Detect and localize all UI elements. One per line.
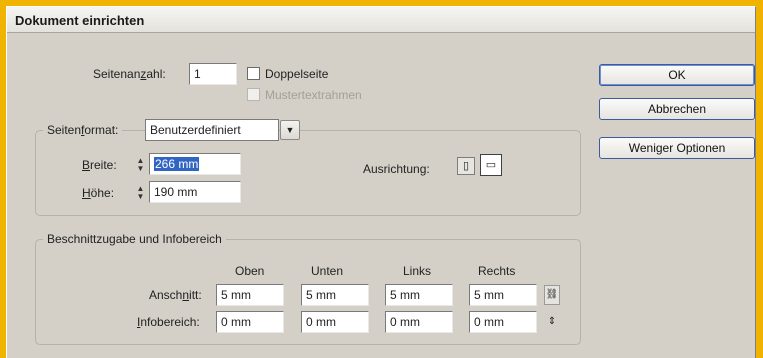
slug-right-input[interactable]: 0 mm (469, 311, 537, 333)
column-header-left: Links (403, 264, 432, 278)
width-stepper-icon[interactable]: ▲ ▼ (135, 157, 146, 175)
column-header-right: Rechts (478, 264, 516, 278)
document-setup-dialog: Dokument einrichten Seitenanzahl: 1 Dopp… (6, 6, 756, 358)
portrait-icon[interactable]: ▯ (457, 157, 475, 175)
chain-link-icon[interactable]: ⛓ (544, 285, 560, 305)
bleed-right-input[interactable]: 5 mm (469, 284, 537, 306)
bleed-top-input[interactable]: 5 mm (216, 284, 284, 306)
slug-bottom-input[interactable]: 0 mm (301, 311, 369, 333)
facing-pages-label[interactable]: Doppelseite (265, 67, 328, 81)
fewer-options-button[interactable]: Weniger Optionen (599, 137, 755, 159)
column-header-top: Oben (235, 264, 265, 278)
landscape-icon[interactable]: ▭ (480, 154, 502, 176)
height-input[interactable]: 190 mm (149, 181, 241, 203)
dialog-title: Dokument einrichten (7, 7, 755, 33)
bleed-left-input[interactable]: 5 mm (385, 284, 453, 306)
broken-chain-link-icon[interactable]: ⇕ (544, 312, 560, 332)
column-header-bottom: Unten (311, 264, 344, 278)
ok-button[interactable]: OK (599, 64, 755, 86)
master-text-frame-label: Mustertextrahmen (265, 88, 362, 102)
pages-label: Seitenanzahl: (93, 67, 166, 81)
height-stepper-icon[interactable]: ▲ ▼ (135, 185, 146, 203)
orientation-label: Ausrichtung: (363, 162, 430, 176)
page-size-label: Seitenformat: (43, 123, 123, 137)
facing-pages-checkbox[interactable] (247, 67, 260, 80)
bleed-label: Anschnitt: (149, 288, 202, 302)
bleed-slug-title: Beschnittzugabe und Infobereich (43, 232, 226, 246)
height-label: Höhe: (82, 186, 115, 200)
slug-label: Infobereich: (137, 315, 200, 329)
width-label: Breite: (82, 158, 117, 172)
chevron-down-icon[interactable]: ▼ (280, 120, 300, 140)
page-size-value: Benutzerdefiniert (150, 123, 241, 137)
width-input[interactable]: 266 mm (149, 153, 241, 175)
bleed-bottom-input[interactable]: 5 mm (301, 284, 369, 306)
width-value: 266 mm (154, 157, 200, 171)
master-text-frame-checkbox[interactable] (247, 88, 260, 101)
page-size-select[interactable]: Benutzerdefiniert ▼ (145, 119, 300, 141)
slug-left-input[interactable]: 0 mm (385, 311, 453, 333)
slug-top-input[interactable]: 0 mm (216, 311, 284, 333)
pages-input[interactable]: 1 (189, 63, 237, 85)
cancel-button[interactable]: Abbrechen (599, 98, 755, 120)
